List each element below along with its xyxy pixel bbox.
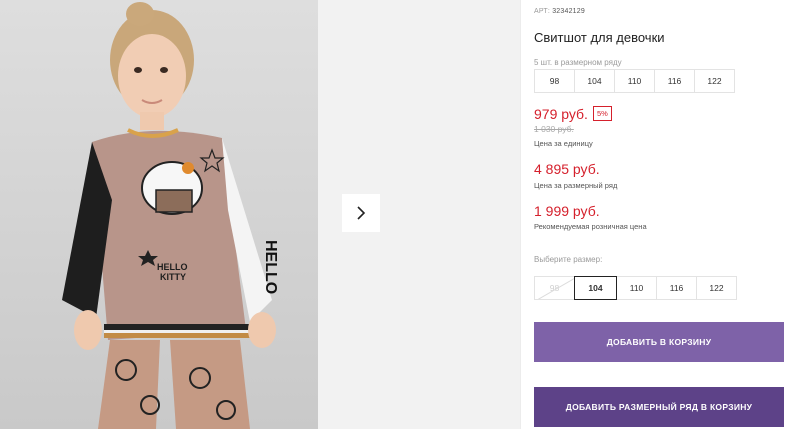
size-option-98[interactable]: 98 [534, 276, 575, 300]
size-row-item: 110 [614, 69, 655, 93]
size-option-116[interactable]: 116 [656, 276, 697, 300]
rrp-price: 1 999 руб. [534, 203, 600, 219]
svg-text:HELLO: HELLO [157, 262, 188, 272]
size-selector: 98 104 110 116 122 [534, 276, 737, 300]
divider [520, 0, 521, 429]
old-price: 1 030 руб. [534, 124, 574, 134]
size-option-104[interactable]: 104 [574, 276, 617, 300]
gallery-next-button[interactable] [342, 194, 380, 232]
girl-in-sweatshirt-image: HELLO HELLO KITTY [0, 0, 318, 429]
unit-price-label: Цена за единицу [534, 139, 593, 148]
size-row-list: 98 104 110 116 122 [534, 69, 735, 93]
size-row-item: 104 [574, 69, 615, 93]
add-to-cart-button[interactable]: ДОБАВИТЬ В КОРЗИНУ [534, 322, 784, 362]
size-row-item: 116 [654, 69, 695, 93]
product-title: Свитшот для девочки [534, 30, 665, 45]
product-page: HELLO HELLO KITTY АРТ: 32342129 Свитшот … [0, 0, 800, 429]
size-row-hint: 5 шт. в размерном ряду [534, 58, 622, 67]
size-row-item: 98 [534, 69, 575, 93]
add-size-row-to-cart-button[interactable]: ДОБАВИТЬ РАЗМЕРНЫЙ РЯД В КОРЗИНУ [534, 387, 784, 427]
product-photo: HELLO HELLO KITTY [0, 0, 318, 429]
choose-size-label: Выберите размер: [534, 255, 603, 264]
article-label: АРТ: [534, 8, 551, 15]
svg-text:HELLO: HELLO [262, 240, 279, 294]
svg-text:KITTY: KITTY [160, 272, 186, 282]
article-number: АРТ: 32342129 [534, 8, 585, 15]
size-option-110[interactable]: 110 [616, 276, 657, 300]
row-price-label: Цена за размерный ряд [534, 181, 618, 190]
discount-badge: 5% [593, 106, 612, 121]
chevron-right-icon [357, 206, 366, 220]
size-row-item: 122 [694, 69, 735, 93]
product-gallery: HELLO HELLO KITTY [0, 0, 520, 429]
row-price: 4 895 руб. [534, 161, 600, 177]
article-value: 32342129 [552, 8, 585, 15]
unit-price: 979 руб. [534, 106, 588, 122]
size-option-122[interactable]: 122 [696, 276, 737, 300]
rrp-price-label: Рекомендуемая розничная цена [534, 222, 647, 231]
